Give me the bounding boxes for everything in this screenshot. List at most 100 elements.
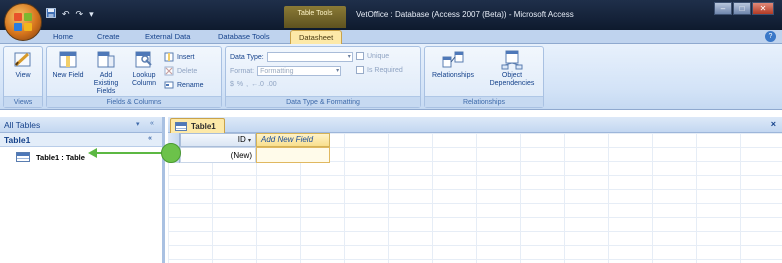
office-logo-red (14, 13, 22, 21)
callout-line (96, 152, 162, 154)
number-format-row: $ % , ←.0 .00 (230, 81, 277, 88)
table-icon (16, 152, 30, 162)
relationships-icon (442, 51, 464, 68)
insert-button[interactable]: Insert (164, 52, 195, 62)
contextual-tools-label: Table Tools (284, 6, 346, 28)
delete-icon (164, 66, 174, 76)
office-logo-yellow (24, 23, 32, 31)
format-value: Formatting (260, 68, 294, 75)
nav-item-table1[interactable]: Table1 : Table (16, 152, 85, 162)
callout-marker (161, 143, 181, 163)
help-icon[interactable]: ? (765, 31, 776, 42)
tab-home[interactable]: Home (53, 32, 73, 41)
is-required-checkbox[interactable]: Is Required (356, 66, 403, 74)
group-label-relationships: Relationships (425, 96, 543, 107)
tab-datasheet[interactable]: Datasheet (290, 30, 343, 45)
delete-button[interactable]: Delete (164, 66, 197, 76)
group-relationships: Relationships Object Dependencies Relati… (424, 46, 544, 108)
decrease-decimals-button[interactable]: .00 (267, 81, 277, 88)
unique-label: Unique (367, 52, 390, 60)
minimize-button[interactable]: – (714, 2, 732, 15)
relationships-button[interactable]: Relationships (427, 50, 479, 80)
navigation-pane: All Tables ▾ « Table1 « Table1 : Table (0, 117, 165, 263)
doc-tab-label: Table1 (191, 121, 216, 131)
new-field-button[interactable]: New Field (51, 50, 85, 80)
add-existing-fields-button[interactable]: Add Existing Fields (87, 50, 125, 96)
view-icon (14, 52, 31, 67)
window-controls: – □ ✕ (714, 2, 774, 15)
chevron-down-icon: ▾ (336, 68, 340, 74)
insert-icon (164, 52, 174, 62)
tab-table1[interactable]: Table1 (170, 118, 225, 133)
column-header-id[interactable]: ID ▾ (180, 133, 256, 147)
is-required-label: Is Required (367, 66, 403, 74)
redo-icon[interactable]: ↷ (76, 9, 84, 20)
unique-checkbox[interactable]: Unique (356, 52, 389, 60)
view-button[interactable]: View (8, 50, 38, 80)
data-type-combo[interactable]: ▾ (266, 52, 353, 62)
group-label-views: Views (4, 96, 42, 107)
window-title: VetOffice : Database (Access 2007 (Beta)… (356, 10, 574, 19)
cell-new-field[interactable] (256, 147, 330, 163)
object-dependencies-icon (501, 50, 523, 70)
relationships-label: Relationships (431, 72, 475, 79)
nav-pane-title: All Tables (4, 120, 41, 130)
format-label: Format: (230, 67, 255, 75)
delete-label: Delete (177, 67, 198, 75)
maximize-button[interactable]: □ (733, 2, 751, 15)
rename-label: Rename (177, 81, 204, 89)
tab-external-data[interactable]: External Data (145, 32, 190, 41)
undo-icon[interactable]: ↶ (62, 9, 70, 20)
increase-decimals-button[interactable]: ←.0 (251, 81, 264, 88)
lookup-column-button[interactable]: Lookup Column (127, 50, 161, 88)
office-button[interactable] (4, 3, 42, 41)
nav-group-toggle-icon[interactable]: « (148, 135, 152, 142)
view-label: View (15, 72, 31, 79)
close-document-icon[interactable]: × (771, 119, 776, 129)
column-header-add-new-field[interactable]: Add New Field (256, 133, 330, 147)
is-required-check-box[interactable] (356, 66, 364, 74)
group-data-type-formatting: Data Type: ▾ Format: Formatting ▾ $ % , ←… (225, 46, 421, 108)
chevron-down-icon: ▾ (347, 54, 351, 60)
qat-customize-icon[interactable]: ▾ (89, 9, 94, 20)
office-logo-icon (14, 13, 32, 31)
nav-collapse-icon[interactable]: « (150, 120, 154, 127)
percent-button[interactable]: % (237, 81, 243, 88)
tab-create[interactable]: Create (97, 32, 120, 41)
lookup-column-label: Lookup Column (131, 72, 157, 87)
new-field-icon (59, 51, 77, 68)
close-button[interactable]: ✕ (752, 2, 774, 15)
lookup-column-icon (135, 51, 152, 68)
nav-item-label: Table1 : Table (36, 152, 85, 162)
group-fields-columns: New Field Add Existing Fields Lookup Col… (46, 46, 222, 108)
object-dependencies-button[interactable]: Object Dependencies (483, 50, 541, 88)
comma-button[interactable]: , (246, 81, 248, 88)
ribbon: View Views New Field Add Existing Fields… (0, 44, 782, 110)
object-dependencies-label: Object Dependencies (489, 72, 535, 87)
new-field-label: New Field (52, 72, 84, 79)
group-label-data-type: Data Type & Formatting (226, 96, 420, 107)
currency-button[interactable]: $ (230, 81, 234, 88)
office-logo-green (24, 13, 32, 21)
document-tabs: Table1 × (168, 117, 782, 133)
sort-chevron-icon[interactable]: ▾ (248, 138, 251, 144)
ribbon-tabs: Home Create External Data Database Tools… (0, 30, 782, 45)
column-header-id-label: ID (237, 135, 246, 144)
tab-database-tools[interactable]: Database Tools (218, 32, 270, 41)
nav-group-label: Table1 (4, 135, 31, 145)
office-logo-blue (14, 23, 22, 31)
format-row: Format: Formatting ▾ (230, 66, 342, 76)
save-icon[interactable] (46, 8, 56, 20)
nav-group-table1[interactable]: Table1 « (0, 133, 162, 147)
rename-button[interactable]: Rename (164, 80, 203, 90)
nav-menu-dropdown-icon[interactable]: ▾ (136, 120, 140, 128)
title-bar: ↶ ↷ ▾ Table Tools VetOffice : Database (… (0, 0, 782, 30)
add-existing-fields-icon (97, 51, 115, 68)
data-type-row: Data Type: ▾ (230, 52, 353, 62)
quick-access-toolbar: ↶ ↷ ▾ (46, 8, 94, 20)
nav-pane-header[interactable]: All Tables ▾ « (0, 117, 162, 133)
format-combo[interactable]: Formatting ▾ (257, 66, 342, 76)
group-views: View Views (3, 46, 43, 108)
add-existing-fields-label: Add Existing Fields (93, 72, 119, 95)
unique-check-box[interactable] (356, 52, 364, 60)
